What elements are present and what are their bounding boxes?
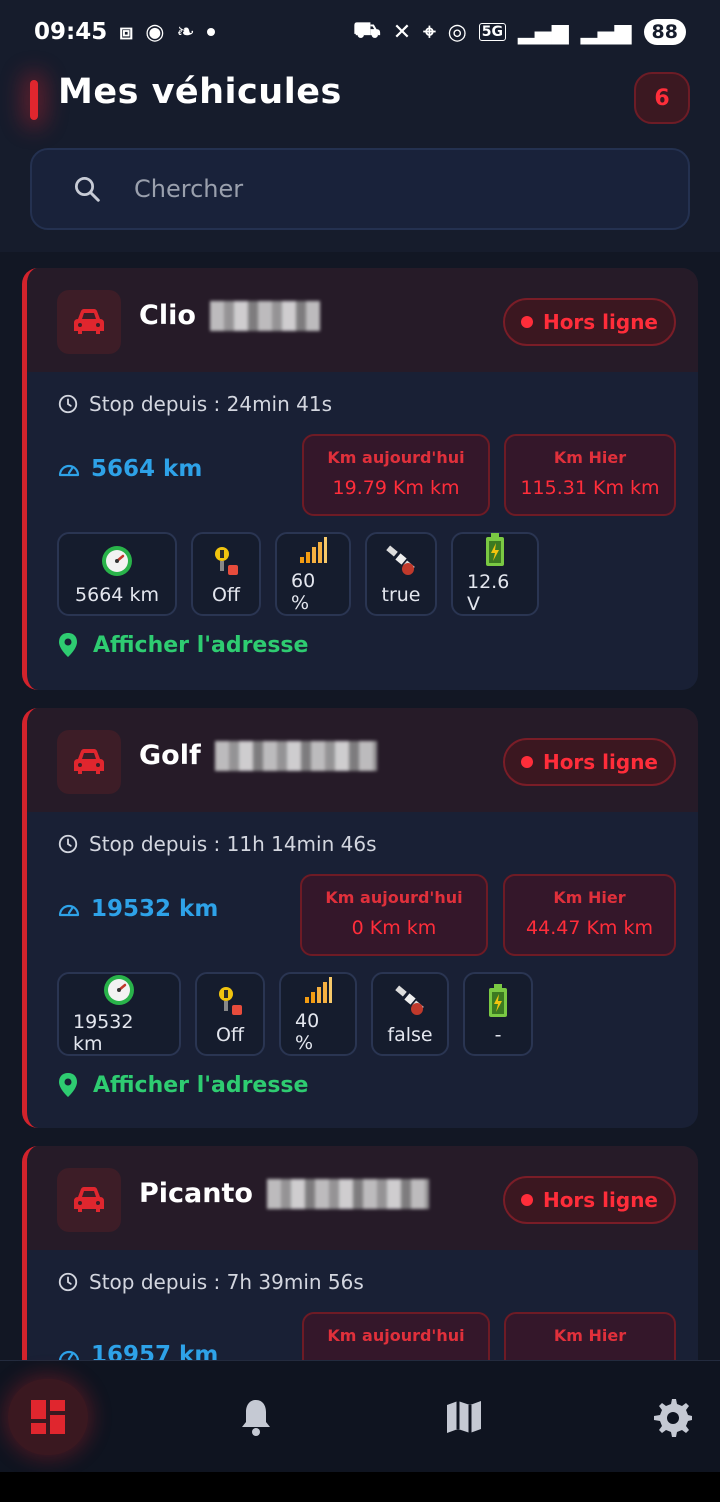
license-plate-redacted bbox=[266, 1178, 429, 1209]
location-pin-icon bbox=[59, 633, 77, 657]
total-km: 16957 km bbox=[57, 1342, 218, 1360]
ignition-metric: Off bbox=[195, 972, 265, 1056]
vehicle-card[interactable]: Golf Hors ligne Stop depuis : 11h 14min … bbox=[22, 708, 698, 1128]
map-icon bbox=[447, 1401, 481, 1433]
license-plate-redacted bbox=[209, 300, 320, 331]
stop-duration: Stop depuis : 7h 39min 56s bbox=[57, 1270, 364, 1294]
gps-metric: true bbox=[365, 532, 437, 616]
car-icon bbox=[57, 290, 121, 354]
car-icon bbox=[57, 1168, 121, 1232]
km-yesterday-box: Km Hier 115.31 Km km bbox=[504, 434, 676, 516]
battery-icon: 88 bbox=[643, 19, 686, 45]
vehicle-card-header: Golf Hors ligne bbox=[27, 708, 698, 812]
battery-metric: - bbox=[463, 972, 533, 1056]
status-bar: 09:45 ⧈ ◉ ❧ ⛟ ✕ ⌖ ◎ 5G ▂▄▆ ▂▄▆ 88 bbox=[0, 0, 720, 64]
speedometer-icon bbox=[58, 904, 80, 917]
vehicle-name: Golf bbox=[139, 740, 377, 771]
ignition-key-icon bbox=[211, 542, 241, 580]
metrics-row: 5664 km Off 60 % true 12.6 V bbox=[57, 532, 539, 616]
stop-duration: Stop depuis : 11h 14min 46s bbox=[57, 832, 377, 856]
odometer-metric: 5664 km bbox=[57, 532, 177, 616]
metrics-row: 19532 km Off 40 % false - bbox=[57, 972, 533, 1056]
km-yesterday-box: Km Hier 44.47 Km km bbox=[503, 874, 676, 956]
speedometer-icon bbox=[58, 464, 80, 477]
screen-record-icon: ⧈ bbox=[119, 19, 134, 45]
vehicle-card[interactable]: Clio Hors ligne Stop depuis : 24min 41s … bbox=[22, 268, 698, 690]
system-gesture-bar bbox=[0, 1472, 720, 1502]
nav-dashboard[interactable] bbox=[8, 1379, 88, 1455]
car-icon bbox=[57, 730, 121, 794]
ignition-metric: Off bbox=[191, 532, 261, 616]
location-pin-icon bbox=[59, 1073, 77, 1097]
clock-icon bbox=[58, 834, 78, 854]
clock-icon bbox=[58, 1272, 78, 1292]
signal-bars-icon bbox=[298, 534, 328, 566]
vehicle-count-badge: 6 bbox=[634, 72, 690, 124]
ignition-key-icon bbox=[215, 982, 245, 1020]
settings-icon bbox=[654, 1399, 692, 1437]
search-input[interactable] bbox=[132, 174, 636, 204]
signal-metric: 60 % bbox=[275, 532, 351, 616]
signal-2-icon: ▂▄▆ bbox=[580, 19, 632, 45]
status-badge: Hors ligne bbox=[502, 1176, 676, 1224]
search-icon bbox=[52, 174, 122, 204]
search-box[interactable] bbox=[30, 148, 690, 230]
stop-duration: Stop depuis : 24min 41s bbox=[57, 392, 332, 416]
leaf-icon: ❧ bbox=[176, 19, 195, 45]
status-time: 09:45 bbox=[34, 19, 108, 45]
bed-icon: ⛟ bbox=[353, 18, 381, 43]
show-address-link[interactable]: Afficher l'adresse bbox=[57, 632, 308, 658]
location-icon: ⌖ bbox=[423, 19, 436, 45]
app-notification-icon: ◉ bbox=[145, 19, 165, 45]
battery-metric: 12.6 V bbox=[451, 532, 539, 616]
title-accent bbox=[30, 80, 38, 120]
signal-bars-icon bbox=[303, 974, 333, 1006]
satellite-icon bbox=[384, 542, 418, 580]
bell-icon bbox=[242, 1400, 270, 1436]
gauge-icon bbox=[100, 542, 134, 580]
odometer-metric: 19532 km bbox=[57, 972, 181, 1056]
gauge-icon bbox=[102, 973, 136, 1007]
nav-map[interactable] bbox=[424, 1379, 504, 1455]
network-type-icon: 5G bbox=[478, 23, 507, 41]
km-yesterday-box: Km Hier bbox=[504, 1312, 676, 1360]
satellite-icon bbox=[393, 982, 427, 1020]
battery-charge-icon bbox=[487, 982, 509, 1020]
vehicle-card-header: Picanto Hors ligne bbox=[27, 1146, 698, 1250]
status-dot bbox=[520, 316, 533, 328]
show-address-link[interactable]: Afficher l'adresse bbox=[57, 1072, 308, 1098]
vehicle-card-header: Clio Hors ligne bbox=[27, 268, 698, 372]
bottom-navigation bbox=[0, 1360, 720, 1473]
total-km: 5664 km bbox=[57, 456, 202, 482]
vehicle-list[interactable]: Clio Hors ligne Stop depuis : 24min 41s … bbox=[0, 252, 720, 1360]
km-today-box: Km aujourd'hui bbox=[302, 1312, 490, 1360]
signal-metric: 40 % bbox=[279, 972, 357, 1056]
mute-icon: ✕ bbox=[392, 19, 412, 45]
license-plate-redacted bbox=[214, 740, 377, 771]
km-today-box: Km aujourd'hui 0 Km km bbox=[300, 874, 488, 956]
vehicle-name: Clio bbox=[139, 300, 320, 331]
vehicle-card[interactable]: Picanto Hors ligne Stop depuis : 7h 39mi… bbox=[22, 1146, 698, 1360]
km-today-box: Km aujourd'hui 19.79 Km km bbox=[302, 434, 490, 516]
vehicle-name: Picanto bbox=[139, 1178, 429, 1209]
dashboard-icon bbox=[31, 1400, 65, 1434]
status-dot bbox=[520, 1194, 533, 1206]
signal-icon: ▂▄▆ bbox=[518, 19, 569, 45]
page-title: Mes véhicules bbox=[58, 72, 342, 112]
total-km: 19532 km bbox=[57, 896, 218, 922]
status-badge: Hors ligne bbox=[502, 738, 676, 786]
hotspot-icon: ◎ bbox=[447, 19, 467, 45]
nav-notifications[interactable] bbox=[216, 1379, 296, 1455]
clock-icon bbox=[58, 394, 78, 414]
page-header: Mes véhicules 6 bbox=[0, 64, 720, 130]
battery-charge-icon bbox=[484, 533, 506, 567]
speedometer-icon bbox=[59, 1350, 79, 1360]
status-badge: Hors ligne bbox=[502, 298, 676, 346]
nav-settings[interactable] bbox=[632, 1379, 712, 1455]
more-notifications-icon bbox=[206, 28, 215, 36]
status-dot bbox=[520, 756, 533, 768]
gps-metric: false bbox=[371, 972, 449, 1056]
